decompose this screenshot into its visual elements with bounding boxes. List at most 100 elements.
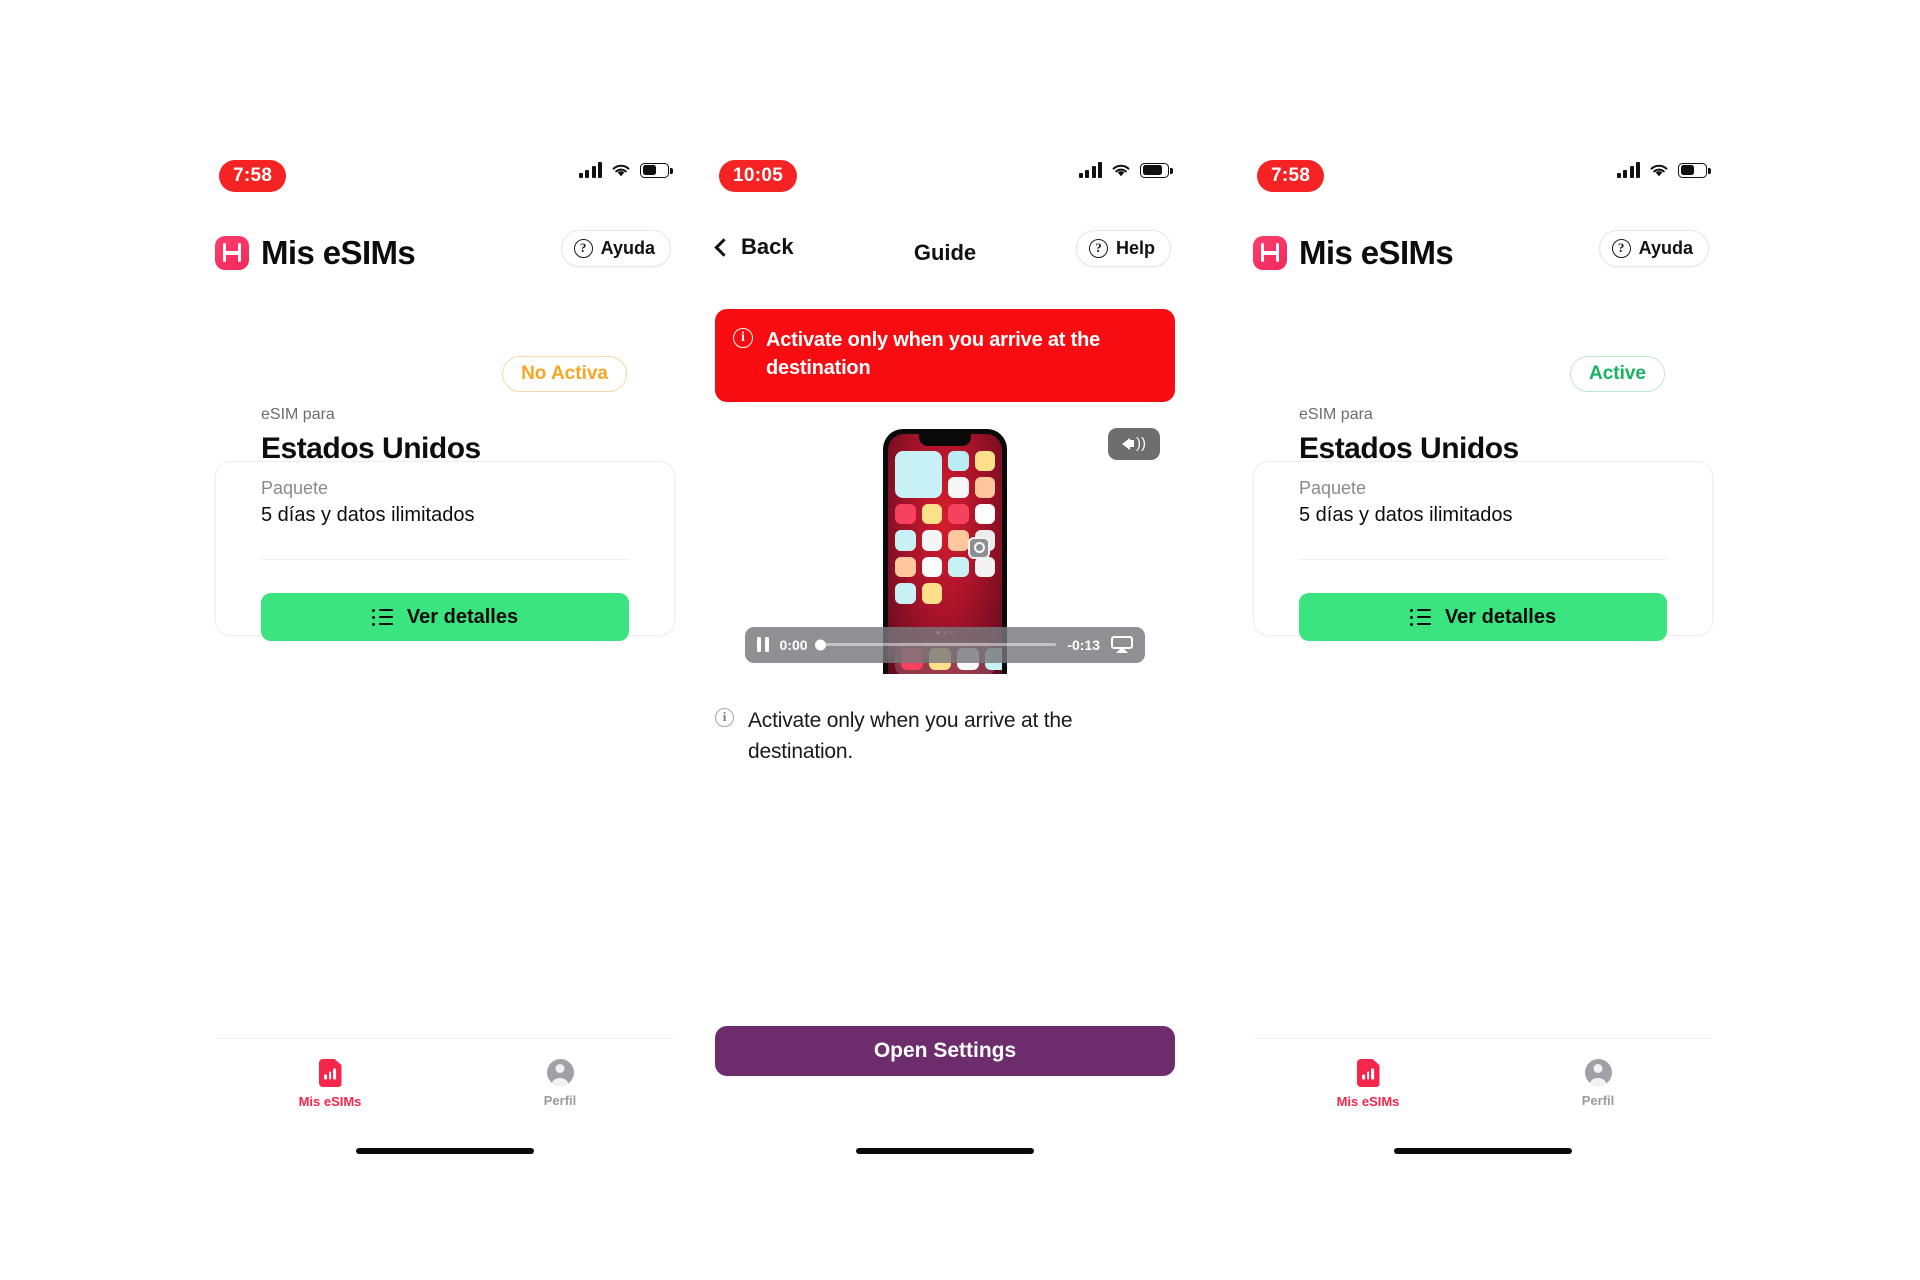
status-bar: 7:58: [215, 160, 675, 200]
speaker-waves: )): [1136, 434, 1146, 452]
info-circle-outline-icon: i: [715, 707, 734, 727]
help-button-label: Ayuda: [1638, 238, 1693, 258]
airplay-icon[interactable]: [1111, 636, 1133, 654]
status-badge: No Activa: [502, 356, 627, 392]
battery-icon: [1678, 162, 1711, 178]
cellular-bars-icon: [578, 162, 602, 178]
cellular-bars-icon: [1616, 162, 1640, 178]
home-widget: [895, 450, 942, 498]
esim-country: Estados Unidos: [1299, 432, 1519, 466]
esim-card-content: eSIM para Estados Unidos Paquete 5 días …: [215, 404, 675, 529]
back-button[interactable]: Back: [714, 234, 794, 260]
pause-icon[interactable]: [757, 637, 769, 653]
scrubber-knob[interactable]: [814, 639, 826, 651]
tab-profile-label: Perfil: [1581, 1093, 1615, 1108]
status-badge-row: Active: [1253, 356, 1713, 400]
tab-my-esims[interactable]: Mis eSIMs: [215, 1059, 445, 1109]
package-value: 5 días y datos ilimitados: [261, 504, 475, 527]
tab-my-esims-label: Mis eSIMs: [298, 1094, 362, 1109]
esim-eyebrow: eSIM para: [1299, 406, 1373, 423]
status-bar: 10:05: [715, 160, 1175, 200]
profile-avatar-icon: [546, 1059, 574, 1086]
card-divider: [1299, 559, 1667, 561]
info-circle-icon: i: [733, 328, 753, 348]
home-indicator: [356, 1148, 534, 1154]
wifi-icon: [1112, 164, 1130, 176]
esim-card-content: eSIM para Estados Unidos Paquete 5 días …: [1253, 404, 1713, 529]
screen-my-esims-inactive: 7:58 Mis eSIMs ? Ayuda No Activa eSIM pa…: [215, 0, 675, 1280]
settings-app-highlight: [968, 536, 990, 559]
home-indicator: [1394, 1148, 1572, 1154]
question-circle-icon: ?: [1088, 239, 1108, 258]
view-details-button[interactable]: Ver detalles: [1299, 593, 1667, 642]
screenshot-canvas: 7:58 Mis eSIMs ? Ayuda No Activa eSIM pa…: [0, 0, 1920, 1280]
tab-my-esims[interactable]: Mis eSIMs: [1253, 1059, 1483, 1109]
question-circle-icon: ?: [573, 239, 593, 258]
status-time: 7:58: [219, 160, 287, 192]
video-remaining-time: -0:13: [1067, 636, 1100, 653]
tab-my-esims-label: Mis eSIMs: [1336, 1094, 1400, 1109]
speaker-wave-icon: [1122, 437, 1134, 450]
view-details-label: Ver detalles: [406, 605, 519, 628]
tab-profile[interactable]: Perfil: [1483, 1059, 1713, 1108]
view-details-label: Ver detalles: [1444, 605, 1557, 628]
home-indicator: [856, 1148, 1034, 1154]
status-badge-row: No Activa: [215, 356, 675, 400]
esim-card[interactable]: eSIM para Estados Unidos Paquete 5 días …: [215, 404, 675, 642]
page-title: Mis eSIMs: [1299, 234, 1454, 271]
package-value: 5 días y datos ilimitados: [1299, 504, 1513, 527]
screen-my-esims-active: 7:58 Mis eSIMs ? Ayuda Active eSIM para …: [1253, 0, 1713, 1280]
screen-guide: 10:05 Back Guide ? Help i Activate only …: [714, 0, 1175, 1280]
esim-card[interactable]: eSIM para Estados Unidos Paquete 5 días …: [1253, 404, 1713, 642]
mute-button[interactable]: )): [1108, 427, 1160, 460]
wifi-icon: [1650, 164, 1668, 176]
status-badge: Active: [1569, 356, 1665, 392]
video-scrubber[interactable]: [814, 639, 1057, 651]
guide-caption: i Activate only when you arrive at the d…: [715, 705, 1175, 768]
battery-icon: [640, 162, 673, 178]
bottom-tab-bar: Mis eSIMs Perfil: [215, 1038, 675, 1130]
gear-icon: [973, 542, 985, 554]
back-button-label: Back: [741, 234, 794, 259]
status-time: 10:05: [719, 160, 798, 192]
holafly-logo-icon: [1253, 236, 1287, 270]
nav-title: Guide: [913, 240, 977, 265]
esim-eyebrow: eSIM para: [261, 406, 335, 423]
tab-profile[interactable]: Perfil: [445, 1059, 675, 1108]
help-button[interactable]: ? Ayuda: [560, 230, 671, 267]
help-button-label: Help: [1115, 238, 1155, 258]
open-settings-button[interactable]: Open Settings: [715, 1026, 1175, 1076]
tab-profile-label: Perfil: [543, 1093, 577, 1108]
status-bar: 7:58: [1253, 160, 1713, 200]
help-button[interactable]: ? Ayuda: [1598, 230, 1709, 267]
brand: Mis eSIMs: [1253, 234, 1454, 272]
sim-card-icon: [318, 1059, 342, 1087]
video-current-time: 0:00: [779, 636, 808, 653]
sim-card-icon: [1356, 1059, 1380, 1087]
help-button-label: Ayuda: [600, 238, 655, 258]
profile-avatar-icon: [1584, 1059, 1612, 1086]
esim-country: Estados Unidos: [261, 432, 481, 466]
warning-banner: i Activate only when you arrive at the d…: [715, 309, 1175, 402]
phone-notch: [919, 433, 971, 446]
warning-banner-text: Activate only when you arrive at the des…: [766, 329, 1101, 380]
app-header: Mis eSIMs ? Ayuda: [215, 222, 675, 284]
status-indicators: [578, 162, 673, 178]
list-icon: [1409, 608, 1431, 626]
card-divider: [261, 559, 629, 561]
wifi-icon: [612, 164, 630, 176]
list-icon: [371, 608, 393, 626]
home-screen-icons: [895, 450, 995, 604]
status-time: 7:58: [1257, 160, 1325, 192]
package-label: Paquete: [1299, 477, 1367, 498]
guide-video-player[interactable]: )) 0:00 -0:13: [715, 421, 1175, 677]
guide-caption-text: Activate only when you arrive at the des…: [748, 708, 1073, 764]
holafly-logo-icon: [215, 236, 249, 270]
video-controls[interactable]: 0:00 -0:13: [745, 626, 1145, 663]
help-button[interactable]: ? Help: [1075, 230, 1171, 267]
bottom-tab-bar: Mis eSIMs Perfil: [1253, 1038, 1713, 1130]
question-circle-icon: ?: [1611, 239, 1631, 258]
view-details-button[interactable]: Ver detalles: [261, 593, 629, 642]
app-header: Mis eSIMs ? Ayuda: [1253, 222, 1713, 284]
page-title: Mis eSIMs: [261, 234, 416, 271]
